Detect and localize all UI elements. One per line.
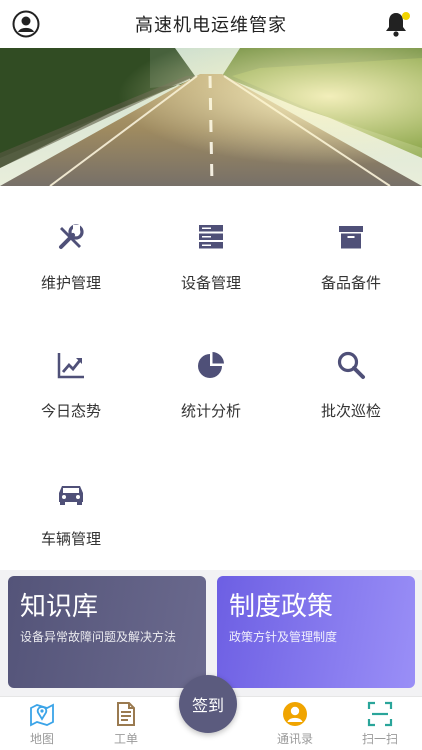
contacts-icon [282, 701, 308, 727]
notification-dot [402, 12, 410, 20]
grid-item-statistics[interactable]: 统计分析 [141, 314, 281, 442]
server-rack-icon [194, 220, 228, 254]
function-grid: 维护管理 设备管理 备品备件 今日态势 统计分析 批次巡检 车辆管理 [0, 186, 422, 570]
tab-contacts[interactable]: 通讯录 [253, 701, 337, 749]
card-subtitle: 政策方针及管理制度 [229, 630, 338, 644]
grid-item-label: 车辆管理 [40, 530, 101, 548]
grid-item-label: 今日态势 [40, 402, 101, 420]
tab-label: 工单 [113, 732, 138, 746]
tab-work-order[interactable]: 工单 [84, 701, 168, 749]
card-title: 制度政策 [229, 592, 334, 622]
tab-scan[interactable]: 扫一扫 [338, 701, 422, 749]
tab-label: 通讯录 [276, 732, 313, 746]
grid-item-label: 备品备件 [320, 274, 381, 292]
app-header: 高速机电运维管家 [0, 0, 422, 48]
check-in-button[interactable]: 签到 [179, 675, 237, 733]
map-icon [29, 701, 55, 727]
grid-item-vehicles[interactable]: 车辆管理 [1, 442, 141, 570]
search-icon [334, 348, 368, 382]
grid-item-spare-parts[interactable]: 备品备件 [281, 186, 421, 314]
grid-item-today-status[interactable]: 今日态势 [1, 314, 141, 442]
document-icon [113, 701, 139, 727]
banner-image [0, 48, 422, 186]
grid-item-label: 设备管理 [180, 274, 241, 292]
wrench-screwdriver-icon [54, 220, 88, 254]
grid-item-label: 维护管理 [40, 274, 101, 292]
policy-card[interactable]: 制度政策 政策方针及管理制度 [217, 576, 415, 688]
grid-item-maintenance[interactable]: 维护管理 [1, 186, 141, 314]
bell-icon[interactable] [380, 8, 412, 40]
card-subtitle: 设备异常故障问题及解决方法 [20, 630, 177, 644]
grid-item-batch-inspection[interactable]: 批次巡检 [281, 314, 421, 442]
grid-item-equipment[interactable]: 设备管理 [141, 186, 281, 314]
pie-chart-icon [194, 348, 228, 382]
trend-chart-icon [54, 348, 88, 382]
grid-item-label: 批次巡检 [320, 402, 381, 420]
archive-box-icon [334, 220, 368, 254]
tab-label: 扫一扫 [361, 732, 398, 746]
car-icon [54, 476, 88, 510]
user-circle-icon[interactable] [12, 10, 40, 38]
knowledge-base-card[interactable]: 知识库 设备异常故障问题及解决方法 [8, 576, 206, 688]
scan-icon [367, 701, 393, 727]
tab-label: 地图 [29, 732, 54, 746]
app-title: 高速机电运维管家 [135, 15, 287, 36]
tab-map[interactable]: 地图 [0, 701, 84, 749]
card-title: 知识库 [20, 592, 99, 622]
grid-item-label: 统计分析 [180, 402, 241, 420]
